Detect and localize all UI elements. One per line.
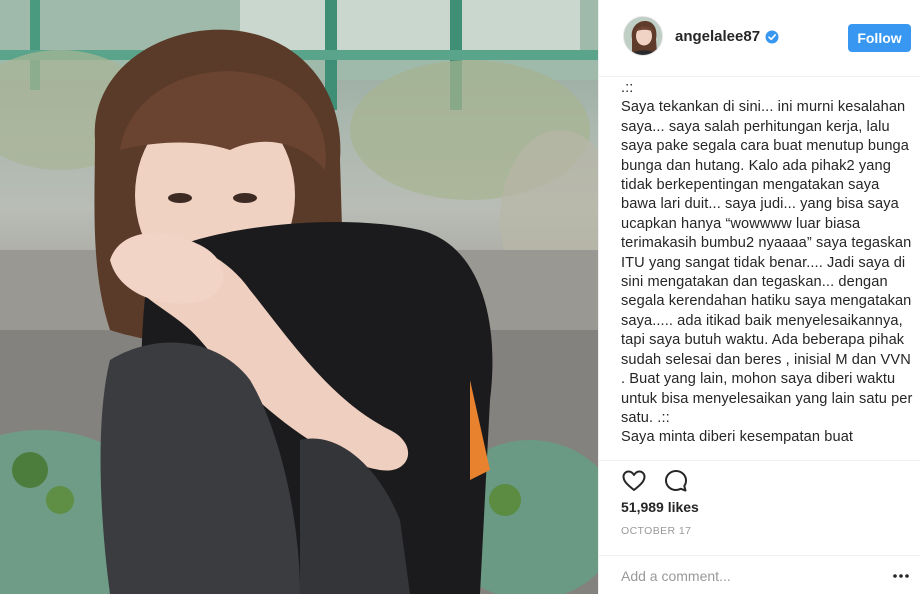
username-row: angelalee87 (675, 28, 779, 45)
comment-bubble-icon[interactable] (663, 468, 689, 494)
likes-count[interactable]: 51,989 likes (621, 499, 699, 515)
profile-avatar[interactable] (623, 16, 663, 56)
post-caption: .:: Saya tekankan di sini... ini murni k… (621, 80, 913, 446)
verified-badge-icon (765, 30, 779, 44)
post-header: angelalee87 Follow (599, 0, 920, 77)
post-photo-illustration (0, 0, 598, 594)
avatar-image (624, 17, 662, 55)
post-photo[interactable] (0, 0, 598, 594)
post-actions: 51,989 likes OCTOBER 17 (599, 460, 920, 594)
post-details-panel: angelalee87 Follow .:: Saya tekankan di … (598, 0, 920, 594)
action-icons (621, 465, 705, 497)
heart-icon[interactable] (621, 468, 647, 494)
comment-input[interactable] (621, 564, 871, 588)
more-options-icon[interactable] (891, 566, 911, 586)
post-date: OCTOBER 17 (621, 525, 692, 537)
comment-bar (599, 555, 920, 594)
follow-button[interactable]: Follow (848, 24, 911, 52)
username-link[interactable]: angelalee87 (675, 28, 760, 45)
